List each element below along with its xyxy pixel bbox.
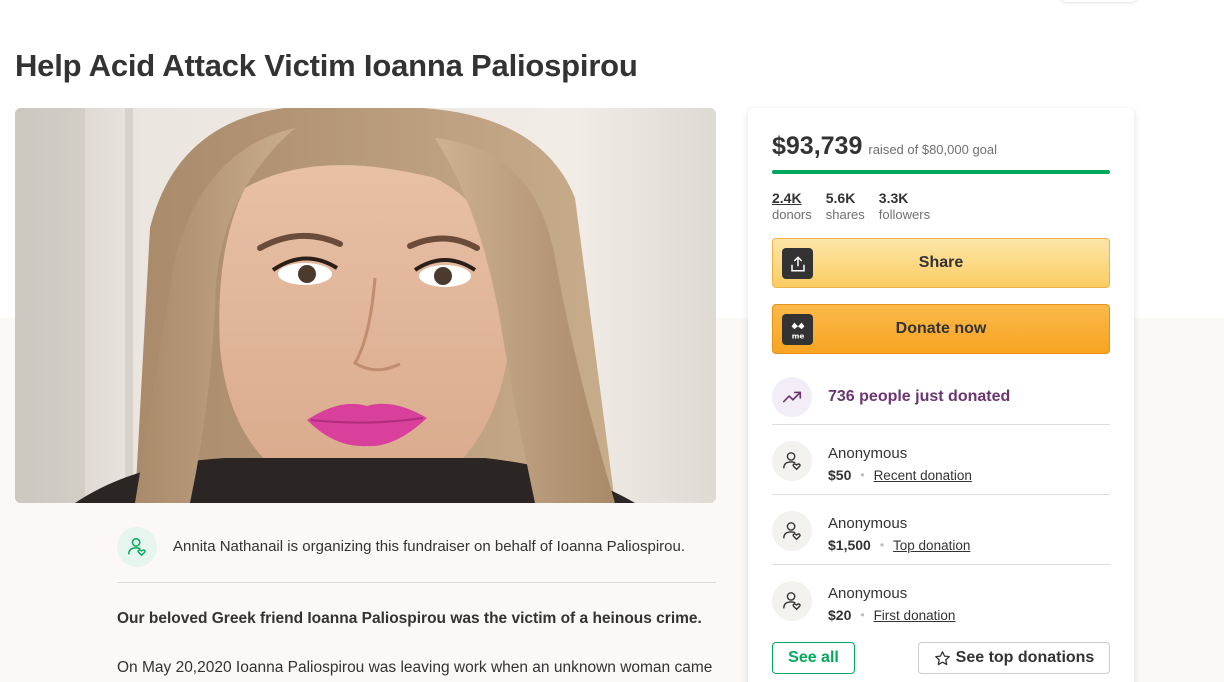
goal-text: raised of $80,000 goal xyxy=(868,142,998,157)
trending-up-icon xyxy=(772,376,812,417)
stat-label: followers xyxy=(878,207,931,222)
stats-row: 2.4K donors 5.6K shares 3.3K followers xyxy=(772,190,944,222)
stat-value: 5.6K xyxy=(825,190,856,206)
donation-amount: $50 xyxy=(828,467,852,483)
separator-dot: • xyxy=(860,608,865,622)
donation-amount: $20 xyxy=(828,607,852,623)
donation-card: $93,739 raised of $80,000 goal 2.4K dono… xyxy=(748,108,1134,682)
donor-avatar-icon xyxy=(772,441,812,481)
donation-item: Anonymous $50 • Recent donation xyxy=(772,425,1110,495)
donor-name: Anonymous xyxy=(828,445,908,462)
donor-name: Anonymous xyxy=(828,585,908,602)
stat-donors[interactable]: 2.4K donors xyxy=(772,190,812,222)
gofundme-logo-icon: me xyxy=(782,314,813,345)
trend-text: 736 people just donated xyxy=(828,387,1011,405)
hero-image xyxy=(15,108,716,503)
donate-label: Donate now xyxy=(895,320,987,337)
organizer-row: Annita Nathanail is organizing this fund… xyxy=(117,527,716,583)
amount-raised: $93,739 xyxy=(772,132,863,160)
story-headline: Our beloved Greek friend Ioanna Paliospi… xyxy=(117,610,702,627)
share-upload-icon xyxy=(782,248,813,279)
header-element-partial xyxy=(1060,0,1138,2)
donation-type-link[interactable]: First donation xyxy=(874,608,956,623)
recent-donors-trend: 736 people just donated xyxy=(772,369,1110,425)
page-title: Help Acid Attack Victim Ioanna Paliospir… xyxy=(15,48,638,83)
share-button[interactable]: Share xyxy=(772,238,1110,288)
star-icon xyxy=(934,650,951,667)
donor-avatar-icon xyxy=(772,511,812,551)
donate-now-button[interactable]: me Donate now xyxy=(772,304,1110,354)
separator-dot: • xyxy=(860,468,865,482)
organizer-text: Annita Nathanail is organizing this fund… xyxy=(173,538,685,555)
stat-followers: 3.3K followers xyxy=(879,190,930,222)
stat-value: 2.4K xyxy=(772,190,802,206)
see-top-label: See top donations xyxy=(955,649,1095,666)
svg-text:me: me xyxy=(791,331,804,340)
stat-label: shares xyxy=(825,207,865,222)
person-heart-icon xyxy=(117,527,157,567)
amount-row: $93,739 raised of $80,000 goal xyxy=(772,132,997,161)
donor-name: Anonymous xyxy=(828,515,908,532)
separator-dot: • xyxy=(879,538,885,552)
stat-shares: 5.6K shares xyxy=(826,190,865,222)
see-all-button[interactable]: See all xyxy=(772,642,855,674)
donation-item: Anonymous $20 • First donation xyxy=(772,565,1110,625)
progress-fill xyxy=(772,170,1110,174)
stat-value: 3.3K xyxy=(878,190,909,206)
donation-type-link[interactable]: Top donation xyxy=(893,538,970,553)
donation-amount: $1,500 xyxy=(828,537,871,553)
donation-type-link[interactable]: Recent donation xyxy=(874,468,972,483)
progress-bar xyxy=(772,170,1110,174)
donation-item: Anonymous $1,500 • Top donation xyxy=(772,495,1110,565)
see-top-donations-button[interactable]: See top donations xyxy=(918,642,1110,674)
stat-label: donors xyxy=(772,207,812,222)
story-paragraph: On May 20,2020 Ioanna Paliospirou was le… xyxy=(117,659,713,676)
share-label: Share xyxy=(918,254,964,271)
donor-avatar-icon xyxy=(772,581,812,621)
